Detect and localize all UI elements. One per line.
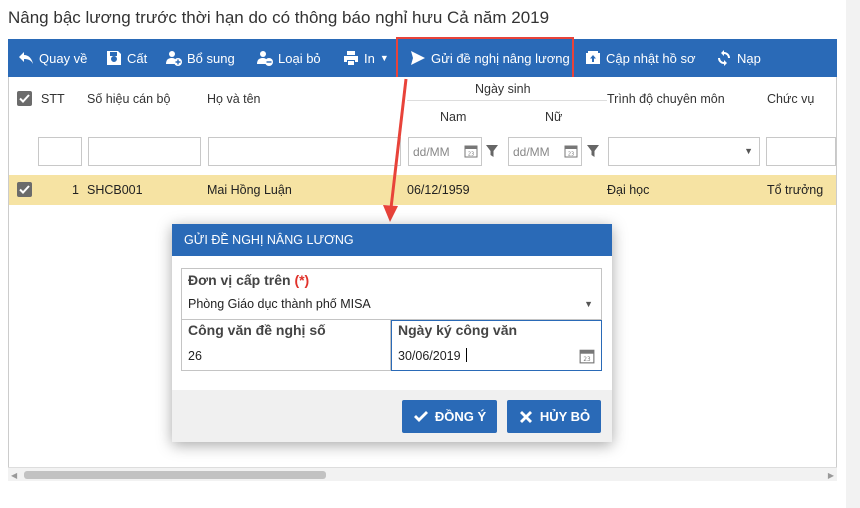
required-mark: (*) bbox=[294, 272, 310, 288]
remove-user-icon bbox=[257, 51, 273, 66]
filter-name[interactable] bbox=[208, 137, 401, 166]
update-record-button[interactable]: Cập nhật hồ sơ bbox=[585, 39, 695, 77]
header-divider bbox=[407, 100, 607, 101]
svg-text:23: 23 bbox=[583, 357, 591, 363]
save-button-label: Cất bbox=[127, 50, 148, 66]
header-female: Nữ bbox=[545, 110, 563, 124]
doc-date-input[interactable]: 30/06/2019 bbox=[398, 349, 461, 363]
calendar-icon: 23 bbox=[464, 145, 478, 158]
send-proposal-dialog: GỬI ĐỀ NGHỊ NÂNG LƯƠNG Đơn vị cấp trên (… bbox=[172, 224, 612, 442]
filter-stt[interactable] bbox=[38, 137, 82, 166]
doc-date-label: Ngày ký công văn bbox=[398, 322, 518, 338]
header-position: Chức vụ bbox=[767, 92, 815, 106]
chevron-down-icon: ▼ bbox=[744, 146, 753, 156]
remove-button-label: Loại bỏ bbox=[278, 50, 321, 66]
add-button[interactable]: Bổ sung bbox=[166, 39, 235, 77]
dialog-footer: ĐỒNG Ý HỦY BỎ bbox=[172, 390, 612, 442]
unit-label-text: Đơn vị cấp trên bbox=[188, 272, 291, 288]
cell-name: Mai Hồng Luận bbox=[207, 183, 292, 197]
print-button[interactable]: In ▼ bbox=[343, 39, 389, 77]
refresh-icon bbox=[718, 50, 730, 66]
table-row[interactable]: 1 SHCB001 Mai Hồng Luận 06/12/1959 Đại h… bbox=[9, 175, 836, 205]
row-checkbox[interactable] bbox=[17, 182, 32, 197]
scroll-right-icon[interactable]: ▶ bbox=[828, 471, 834, 480]
cell-position: Tổ trưởng bbox=[767, 183, 824, 197]
filter-position[interactable] bbox=[766, 137, 836, 166]
unit-label: Đơn vị cấp trên (*) bbox=[188, 272, 309, 288]
filter-dob-male-placeholder: dd/MM bbox=[413, 144, 450, 159]
refresh-button[interactable]: Nạp bbox=[716, 39, 761, 77]
header-stt: STT bbox=[41, 92, 65, 106]
refresh-button-label: Nạp bbox=[737, 50, 761, 66]
ok-button-label: ĐỒNG Ý bbox=[434, 409, 487, 424]
chevron-down-icon: ▼ bbox=[379, 53, 389, 63]
filter-dob-male[interactable]: dd/MM 23 bbox=[408, 137, 482, 166]
horizontal-scrollbar[interactable]: ◀ ▶ bbox=[8, 467, 837, 481]
save-icon bbox=[107, 51, 121, 65]
svg-text:23: 23 bbox=[568, 152, 574, 158]
calendar-icon: 23 bbox=[564, 145, 578, 158]
cell-dob: 06/12/1959 bbox=[407, 183, 470, 197]
header-name: Họ và tên bbox=[207, 92, 261, 106]
doc-date-field[interactable]: Ngày ký công văn 30/06/2019 23 bbox=[391, 320, 602, 371]
doc-no-label: Công văn đề nghị số bbox=[188, 322, 326, 338]
cancel-button-label: HỦY BỎ bbox=[539, 409, 591, 424]
header-male: Nam bbox=[440, 110, 467, 124]
cell-education: Đại học bbox=[607, 183, 650, 197]
check-icon bbox=[19, 94, 30, 103]
header-education: Trình độ chuyên môn bbox=[607, 92, 725, 106]
text-caret bbox=[466, 348, 467, 362]
unit-select[interactable]: Phòng Giáo dục thành phố MISA bbox=[188, 297, 371, 311]
print-button-label: In bbox=[364, 50, 375, 66]
save-button[interactable]: Cất bbox=[106, 39, 147, 77]
select-all-checkbox[interactable] bbox=[17, 91, 32, 106]
doc-no-input[interactable]: 26 bbox=[188, 349, 202, 363]
ok-button[interactable]: ĐỒNG Ý bbox=[402, 400, 497, 433]
header-code: Số hiệu cán bộ bbox=[87, 92, 171, 106]
header-dob: Ngày sinh bbox=[475, 82, 531, 96]
svg-text:23: 23 bbox=[468, 152, 474, 158]
filter-funnel-icon[interactable] bbox=[485, 144, 499, 158]
back-button-label: Quay về bbox=[39, 50, 88, 66]
filter-funnel-icon[interactable] bbox=[586, 144, 600, 158]
check-icon bbox=[19, 185, 30, 194]
scrollbar-thumb[interactable] bbox=[24, 471, 326, 479]
filter-dob-female[interactable]: dd/MM 23 bbox=[508, 137, 582, 166]
update-record-button-label: Cập nhật hồ sơ bbox=[606, 50, 696, 66]
cell-code: SHCB001 bbox=[87, 183, 143, 197]
filter-dob-female-placeholder: dd/MM bbox=[513, 144, 550, 159]
remove-button[interactable]: Loại bỏ bbox=[257, 39, 321, 77]
cancel-button[interactable]: HỦY BỎ bbox=[507, 400, 601, 433]
cell-stt: 1 bbox=[72, 183, 79, 197]
annotation-highlight-box bbox=[396, 37, 574, 79]
filter-code[interactable] bbox=[88, 137, 201, 166]
close-icon bbox=[519, 410, 532, 423]
calendar-icon[interactable]: 23 bbox=[579, 348, 595, 364]
dialog-title: GỬI ĐỀ NGHỊ NÂNG LƯƠNG bbox=[172, 224, 612, 256]
chevron-down-icon[interactable]: ▼ bbox=[584, 299, 593, 309]
add-button-label: Bổ sung bbox=[187, 50, 235, 66]
dialog-form: Đơn vị cấp trên (*) Phòng Giáo dục thành… bbox=[181, 268, 602, 371]
scroll-left-icon[interactable]: ◀ bbox=[11, 471, 17, 480]
update-record-icon bbox=[586, 51, 600, 64]
page-title: Nâng bậc lương trước thời hạn do có thôn… bbox=[8, 8, 550, 27]
back-icon bbox=[19, 52, 33, 64]
back-button[interactable]: Quay về bbox=[18, 39, 87, 77]
print-icon bbox=[344, 51, 358, 65]
check-icon bbox=[413, 410, 428, 422]
add-user-icon bbox=[166, 51, 182, 66]
filter-education[interactable]: ▼ bbox=[608, 137, 760, 166]
